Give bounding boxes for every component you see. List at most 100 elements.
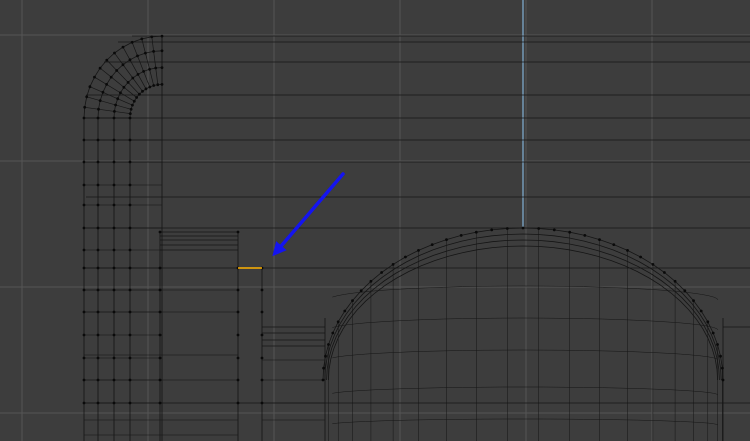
mesh-vertex[interactable]	[128, 226, 132, 230]
mesh-vertex[interactable]	[158, 310, 162, 314]
mesh-vertex[interactable]	[148, 85, 152, 89]
mesh-vertex[interactable]	[351, 299, 354, 302]
mesh-vertex[interactable]	[160, 34, 164, 38]
mesh-vertex[interactable]	[112, 183, 116, 187]
mesh-vertex[interactable]	[158, 230, 162, 234]
mesh-vertex[interactable]	[128, 310, 132, 314]
mesh-vertex[interactable]	[583, 234, 587, 237]
mesh-vertex[interactable]	[474, 230, 478, 234]
mesh-vertex[interactable]	[112, 248, 116, 252]
mesh-vertex[interactable]	[96, 138, 100, 142]
mesh-vertex[interactable]	[158, 266, 162, 270]
mesh-vertex[interactable]	[128, 203, 132, 207]
mesh-vertex[interactable]	[144, 87, 148, 91]
mesh-vertex[interactable]	[128, 288, 132, 292]
mesh-vertex[interactable]	[105, 83, 108, 86]
mesh-vertex[interactable]	[82, 116, 86, 120]
mesh-vertex[interactable]	[260, 310, 264, 314]
mesh-vertex[interactable]	[260, 356, 264, 360]
mesh-vertex[interactable]	[521, 226, 525, 230]
mesh-vertex[interactable]	[719, 354, 722, 358]
mesh-vertex[interactable]	[236, 356, 240, 360]
mesh-vertex[interactable]	[552, 228, 556, 232]
mesh-vertex[interactable]	[128, 401, 132, 405]
mesh-vertex[interactable]	[651, 263, 655, 266]
mesh-vertex[interactable]	[96, 356, 100, 360]
mesh-vertex[interactable]	[112, 266, 116, 270]
mesh-vertex[interactable]	[128, 183, 132, 187]
mesh-vertex[interactable]	[236, 378, 240, 382]
mesh-vertex[interactable]	[112, 226, 116, 230]
mesh-vertex[interactable]	[128, 378, 132, 382]
mesh-vertex[interactable]	[96, 183, 100, 187]
mesh-vertices[interactable]	[82, 34, 725, 405]
mesh-vertex[interactable]	[82, 203, 86, 207]
mesh-vertex[interactable]	[343, 309, 347, 313]
mesh-vertex[interactable]	[260, 333, 264, 337]
mesh-vertex[interactable]	[98, 99, 102, 102]
mesh-vertex[interactable]	[121, 45, 125, 49]
mesh-vertex[interactable]	[142, 70, 146, 73]
mesh-vertex[interactable]	[380, 271, 383, 274]
mesh-vertex[interactable]	[112, 116, 116, 120]
mesh-vertex[interactable]	[683, 289, 687, 293]
mesh-vertex[interactable]	[126, 81, 130, 84]
mesh-vertex[interactable]	[82, 248, 86, 252]
mesh-vertex[interactable]	[113, 51, 116, 55]
mesh-vertex[interactable]	[88, 85, 92, 89]
mesh-vertex[interactable]	[152, 50, 156, 53]
mesh-vertex[interactable]	[260, 288, 264, 292]
mesh-vertex[interactable]	[128, 112, 132, 115]
mesh-vertex[interactable]	[98, 66, 102, 70]
mesh-vertex[interactable]	[96, 310, 100, 314]
mesh-vertex[interactable]	[96, 116, 100, 120]
mesh-vertex[interactable]	[706, 320, 710, 324]
mesh-vertex[interactable]	[116, 97, 120, 101]
mesh-vertex[interactable]	[96, 226, 100, 230]
mesh-vertex[interactable]	[236, 401, 240, 405]
mesh-vertex[interactable]	[112, 160, 116, 164]
mesh-vertex[interactable]	[692, 299, 695, 302]
mesh-vertex[interactable]	[150, 35, 154, 39]
mesh-vertex[interactable]	[490, 228, 494, 232]
mesh-vertex[interactable]	[82, 160, 86, 164]
mesh-vertex[interactable]	[82, 183, 86, 187]
mesh-vertex[interactable]	[128, 248, 132, 252]
mesh-vertex[interactable]	[158, 378, 162, 382]
mesh-vertex[interactable]	[112, 138, 116, 142]
mesh-vertex[interactable]	[626, 249, 629, 252]
mesh-vertex[interactable]	[156, 83, 160, 87]
mesh-vertex[interactable]	[144, 51, 147, 55]
mesh-vertex[interactable]	[96, 333, 100, 337]
mesh-vertex[interactable]	[327, 343, 330, 346]
mesh-vertex[interactable]	[136, 73, 140, 76]
mesh-vertex[interactable]	[459, 234, 463, 237]
mesh-vertex[interactable]	[82, 288, 86, 292]
mesh-edges[interactable]	[83, 35, 750, 441]
mesh-vertex[interactable]	[112, 288, 116, 292]
mesh-vertex[interactable]	[82, 356, 86, 360]
mesh-vertex[interactable]	[82, 226, 86, 230]
mesh-vertex[interactable]	[160, 83, 164, 86]
mesh-vertex[interactable]	[711, 331, 715, 335]
mesh-vertex[interactable]	[128, 356, 132, 360]
wireframe-mesh-scene[interactable]	[0, 0, 750, 441]
mesh-vertex[interactable]	[101, 90, 105, 94]
mesh-vertex[interactable]	[136, 54, 139, 58]
mesh-vertex[interactable]	[322, 366, 325, 370]
mesh-vertex[interactable]	[140, 37, 144, 41]
mesh-vertex[interactable]	[128, 160, 132, 164]
mesh-vertex[interactable]	[260, 401, 264, 405]
mesh-vertex[interactable]	[112, 203, 116, 207]
mesh-vertex[interactable]	[83, 105, 87, 109]
mesh-vertex[interactable]	[505, 227, 509, 230]
mesh-vertex[interactable]	[716, 343, 719, 346]
mesh-vertex[interactable]	[82, 310, 86, 314]
mesh-vertex[interactable]	[128, 138, 132, 142]
mesh-vertex[interactable]	[721, 366, 724, 370]
mesh-vertex[interactable]	[236, 333, 240, 337]
mesh-vertex[interactable]	[129, 107, 133, 111]
mesh-vertex[interactable]	[93, 75, 96, 79]
mesh-vertex[interactable]	[331, 331, 335, 335]
mesh-vertex[interactable]	[160, 66, 164, 69]
